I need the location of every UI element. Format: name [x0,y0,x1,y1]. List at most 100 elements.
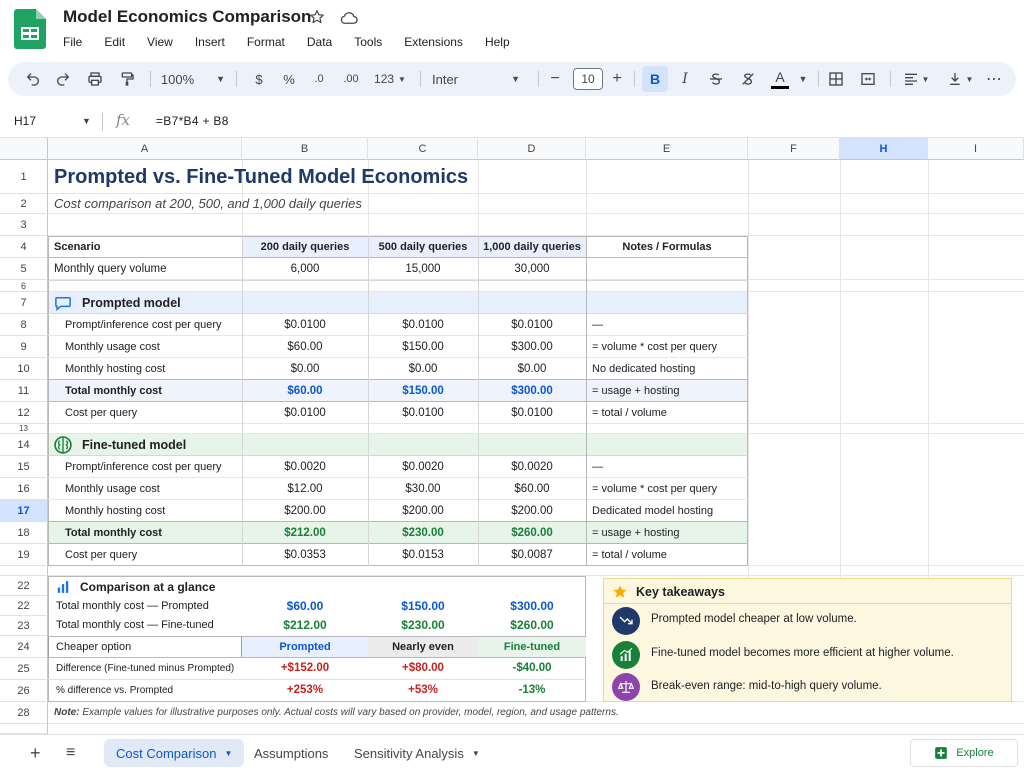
row-header[interactable]: 11 [0,380,48,402]
prompted-value[interactable]: $150.00 [368,341,478,353]
name-box[interactable]: H17 [14,114,36,128]
footnote[interactable]: Note: Example values for illustrative pu… [54,707,619,718]
prompted-row-label[interactable]: Monthly hosting cost [65,363,165,375]
menu-extensions[interactable]: Extensions [404,35,463,49]
prompted-value[interactable]: $0.0100 [478,407,586,419]
finetuned-row-label[interactable]: Cost per query [65,549,137,561]
cheaper-label[interactable]: Cheaper option [56,641,131,653]
increase-decimal-button[interactable]: .00 [338,62,364,96]
row-header[interactable]: 9 [0,336,48,358]
finetuned-value[interactable]: $30.00 [368,483,478,495]
row-header[interactable]: 8 [0,314,48,336]
glance-finetuned-value[interactable]: $212.00 [242,618,368,632]
difference-value[interactable]: -$40.00 [478,662,586,674]
volume-value[interactable]: 15,000 [368,263,478,275]
prompted-note[interactable]: = volume * cost per query [592,341,717,353]
glance-prompted-value[interactable]: $60.00 [242,599,368,613]
align-select[interactable]: ▼ [898,62,934,96]
explore-button[interactable]: Explore [910,739,1018,767]
row-header[interactable]: 3 [0,214,48,236]
row-header[interactable]: 13 [0,424,48,434]
column-header-d[interactable]: D [478,138,586,160]
cloud-saved-icon[interactable] [340,11,358,25]
column-header-i[interactable]: I [928,138,1024,160]
prompted-note[interactable]: No dedicated hosting [592,363,695,375]
star-icon[interactable] [309,9,325,25]
decrease-decimal-button[interactable]: .0 [308,62,330,96]
finetuned-note[interactable]: = usage + hosting [592,527,679,539]
all-sheets-button[interactable]: ≡ [54,739,87,767]
difference-label[interactable]: Difference (Fine-tuned minus Prompted) [56,663,234,674]
row-header[interactable]: 22 [0,596,48,616]
row-header[interactable]: 19 [0,544,48,566]
finetuned-value[interactable]: $200.00 [478,505,586,517]
prompted-value[interactable]: $0.0100 [368,407,478,419]
header-200[interactable]: 200 daily queries [242,241,368,253]
chevron-down-icon[interactable]: ▼ [82,116,91,126]
glance-prompted-value[interactable]: $300.00 [478,599,586,613]
finetuned-value[interactable]: $60.00 [478,483,586,495]
finetuned-value[interactable]: $0.0353 [242,549,368,561]
finetuned-note[interactable]: Dedicated model hosting [592,505,713,517]
difference-value[interactable]: +$80.00 [368,662,478,674]
row-header[interactable]: 24 [0,636,48,658]
prompted-value[interactable]: $300.00 [478,341,586,353]
prompted-value[interactable]: $0.0100 [478,319,586,331]
menu-insert[interactable]: Insert [195,35,225,49]
finetuned-value[interactable]: $12.00 [242,483,368,495]
header-500[interactable]: 500 daily queries [368,241,478,253]
finetuned-row-label[interactable]: Monthly hosting cost [65,505,165,517]
finetuned-value[interactable]: $0.0087 [478,549,586,561]
difference-value[interactable]: +$152.00 [242,662,368,674]
prompted-row-label[interactable]: Prompt/inference cost per query [65,319,222,331]
menu-data[interactable]: Data [307,35,332,49]
row-header[interactable]: 16 [0,478,48,500]
finetuned-row-label[interactable]: Prompt/inference cost per query [65,461,222,473]
tab-cost-comparison[interactable]: Cost Comparison ▼ [104,739,245,767]
finetuned-value[interactable]: $0.0020 [368,461,478,473]
increase-font-size-button[interactable]: + [604,62,630,96]
finetuned-total-value[interactable]: $260.00 [478,527,586,539]
glance-prompted-value[interactable]: $150.00 [368,599,478,613]
finetuned-section-title[interactable]: Fine-tuned model [82,438,186,452]
sheet-title[interactable]: Prompted vs. Fine-Tuned Model Economics [54,166,468,189]
volume-value[interactable]: 30,000 [478,263,586,275]
redo-icon[interactable] [52,62,74,96]
row-header[interactable]: 4 [0,236,48,258]
strikethrough-icon[interactable] [704,62,728,96]
row-header[interactable]: 7 [0,292,48,314]
prompted-section-title[interactable]: Prompted model [82,296,181,310]
row-header[interactable]: 6 [0,280,48,292]
paint-format-icon[interactable] [116,62,138,96]
column-header-e[interactable]: E [586,138,748,160]
italic-button[interactable]: I [674,62,696,96]
glance-title[interactable]: Comparison at a glance [80,580,215,594]
finetuned-value[interactable]: $200.00 [242,505,368,517]
finetuned-total-label[interactable]: Total monthly cost [65,527,162,539]
sheets-logo-icon[interactable] [14,9,46,49]
undo-icon[interactable] [22,62,44,96]
finetuned-value[interactable]: $200.00 [368,505,478,517]
number-format-select[interactable]: 123 ▼ [370,62,410,96]
finetuned-value[interactable]: $0.0153 [368,549,478,561]
prompted-value[interactable]: $0.0100 [242,407,368,419]
cheaper-value[interactable]: Prompted [242,641,368,653]
row-header[interactable]: 28 [0,702,48,724]
cheaper-value[interactable]: Nearly even [368,641,478,653]
finetuned-note[interactable]: — [592,461,603,473]
prompted-value[interactable]: $60.00 [242,341,368,353]
header-scenario[interactable]: Scenario [54,241,100,253]
select-all-corner[interactable] [0,138,48,160]
prompted-row-label[interactable]: Cost per query [65,407,137,419]
column-header-f[interactable]: F [748,138,840,160]
column-header-b[interactable]: B [242,138,368,160]
percent-format-button[interactable]: % [280,62,298,96]
currency-format-button[interactable]: $ [250,62,268,96]
prompted-total-label[interactable]: Total monthly cost [65,385,162,397]
tab-assumptions[interactable]: Assumptions [242,739,340,767]
sheet-subtitle[interactable]: Cost comparison at 200, 500, and 1,000 d… [54,196,362,211]
row-header[interactable]: 23 [0,616,48,636]
volume-label[interactable]: Monthly query volume [54,263,167,275]
borders-icon[interactable] [824,62,848,96]
prompted-row-label[interactable]: Monthly usage cost [65,341,160,353]
